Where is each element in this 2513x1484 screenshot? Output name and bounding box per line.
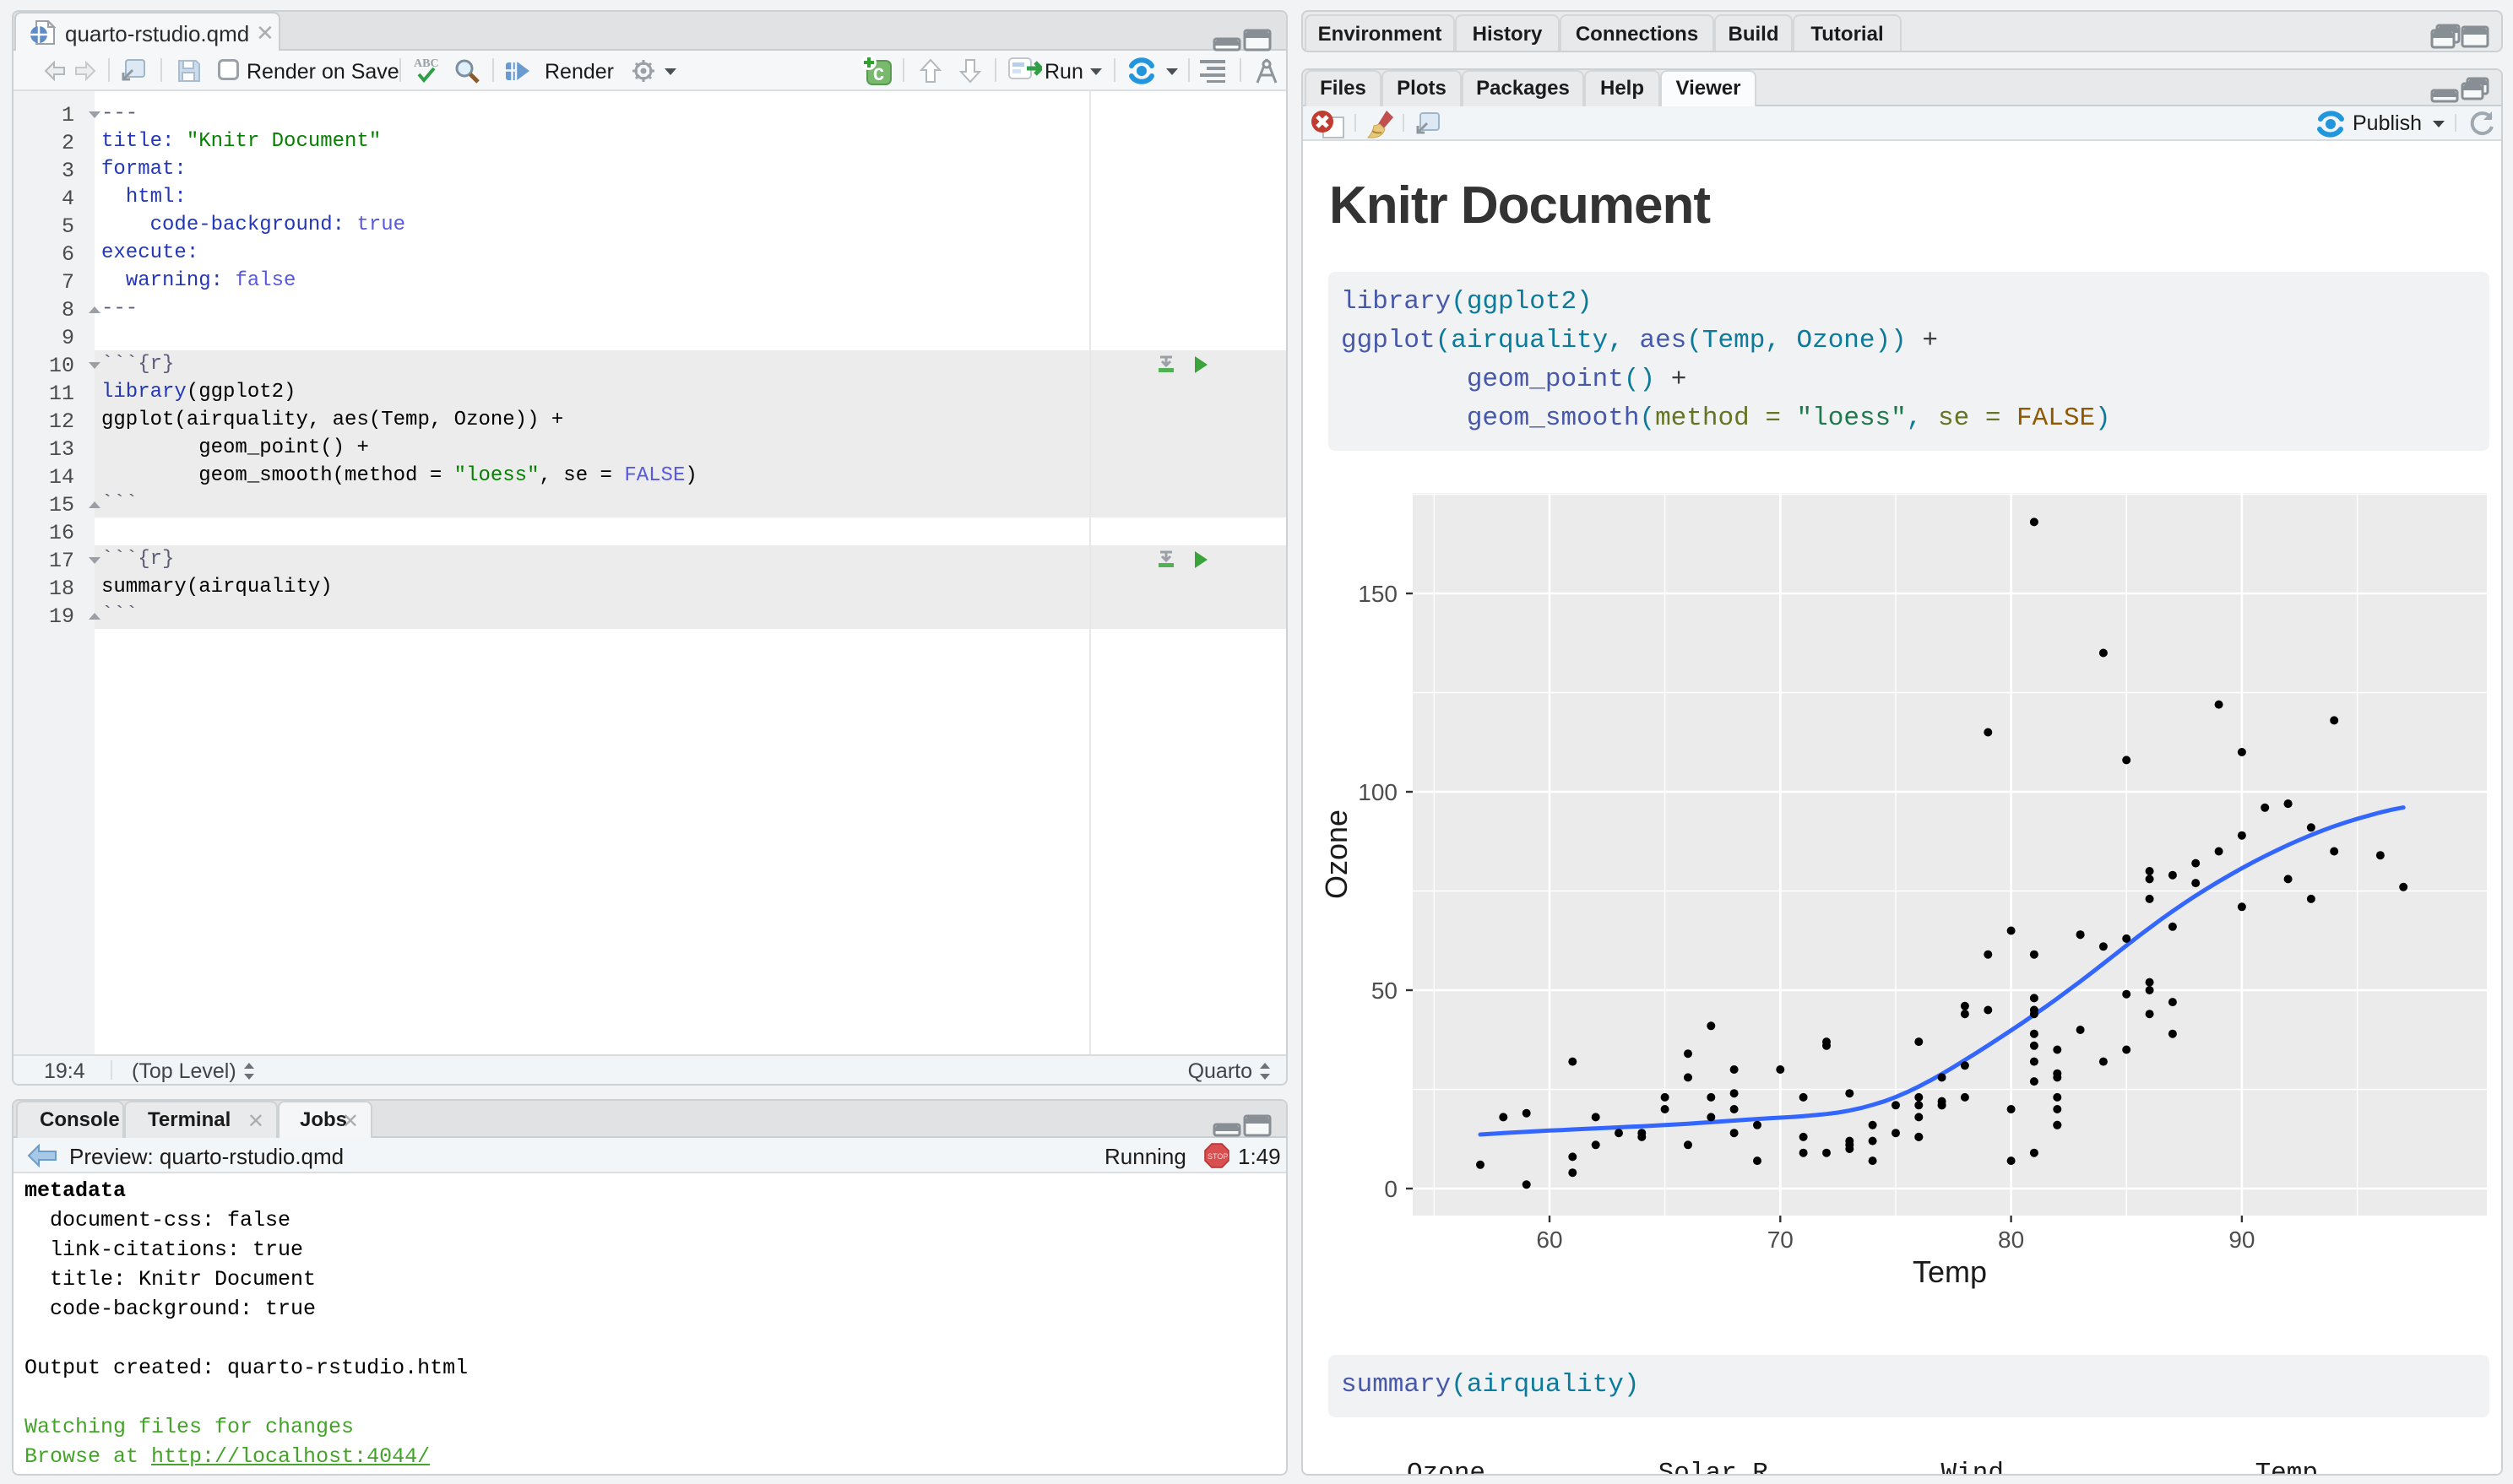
svg-text:ABC: ABC	[414, 57, 439, 70]
svg-text:Temp: Temp	[1913, 1254, 1987, 1289]
svg-text:60: 60	[1536, 1227, 1562, 1253]
svg-text:Ozone: Ozone	[1319, 810, 1354, 899]
svg-text:0: 0	[1384, 1176, 1398, 1202]
svg-text:90: 90	[2228, 1227, 2255, 1253]
svg-text:150: 150	[1358, 581, 1398, 607]
svg-text:100: 100	[1358, 779, 1398, 805]
svg-text:70: 70	[1767, 1227, 1794, 1253]
svg-text:50: 50	[1371, 978, 1398, 1004]
svg-text:C: C	[873, 65, 884, 86]
svg-text:80: 80	[1998, 1227, 2024, 1253]
svg-text:STOP: STOP	[1208, 1152, 1228, 1161]
